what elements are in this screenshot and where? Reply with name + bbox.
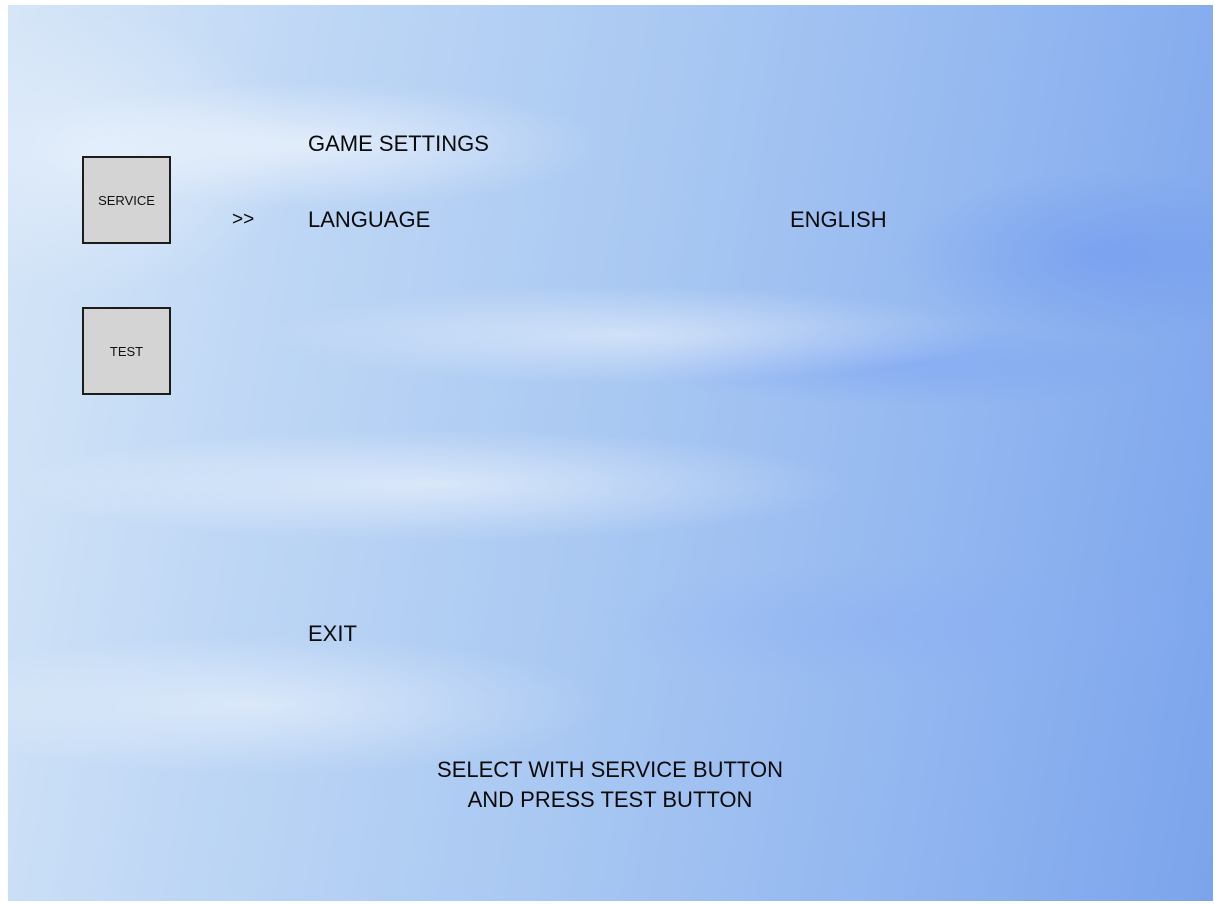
- menu-item-language-value: ENGLISH: [790, 207, 887, 232]
- instructions-line-1: SELECT WITH SERVICE BUTTON: [437, 757, 783, 782]
- test-button[interactable]: TEST: [82, 307, 171, 395]
- menu-item-language[interactable]: LANGUAGE: [308, 207, 430, 233]
- selection-cursor-icon: >>: [232, 209, 255, 230]
- instructions-line-2: AND PRESS TEST BUTTON: [467, 787, 753, 812]
- instructions: SELECT WITH SERVICE BUTTON AND PRESS TES…: [308, 755, 912, 815]
- service-button[interactable]: SERVICE: [82, 156, 171, 244]
- test-button-label: TEST: [109, 343, 144, 359]
- settings-screen: SERVICE TEST GAME SETTINGS >> LANGUAGE E…: [8, 5, 1213, 901]
- menu-item-exit[interactable]: EXIT: [308, 621, 357, 647]
- service-button-label: SERVICE: [98, 192, 155, 208]
- page-title: GAME SETTINGS: [308, 131, 489, 156]
